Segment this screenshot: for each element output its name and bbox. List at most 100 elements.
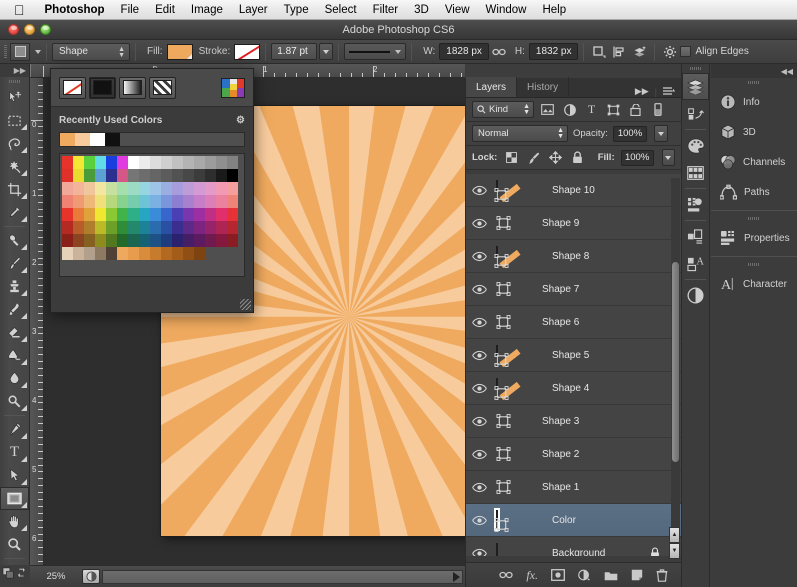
delete-layer-icon[interactable]	[656, 568, 668, 582]
panel-tab-info[interactable]: Info	[711, 87, 797, 117]
new-group-icon[interactable]	[604, 570, 618, 581]
layer-name[interactable]: Shape 4	[552, 383, 589, 394]
color-swatch[interactable]	[62, 156, 73, 169]
zoom-tool[interactable]	[0, 533, 29, 556]
path-selection-tool[interactable]	[0, 464, 29, 487]
panel-menu-icon[interactable]	[663, 86, 675, 97]
color-swatch[interactable]	[73, 234, 84, 247]
vector-mask-icon[interactable]	[496, 447, 511, 461]
color-picker-icon[interactable]	[221, 77, 245, 98]
color-swatch[interactable]	[172, 234, 183, 247]
toolbar-grip[interactable]	[0, 77, 29, 86]
color-swatch[interactable]	[128, 182, 139, 195]
color-swatch[interactable]	[161, 182, 172, 195]
color-swatch[interactable]	[227, 156, 238, 169]
vector-mask-icon[interactable]	[494, 386, 509, 400]
color-swatch[interactable]	[161, 221, 172, 234]
vector-mask-icon[interactable]	[496, 315, 511, 329]
minimize-button[interactable]	[24, 24, 35, 35]
tab-layers[interactable]: Layers	[466, 77, 518, 97]
blur-tool[interactable]	[0, 367, 29, 390]
vector-mask-icon[interactable]	[494, 188, 509, 202]
layer-name[interactable]: Color	[552, 515, 576, 526]
opacity-dropdown[interactable]	[654, 125, 669, 142]
color-swatch[interactable]	[95, 182, 106, 195]
shape-layer-filter-icon[interactable]	[605, 101, 622, 118]
dock-grip[interactable]	[711, 260, 797, 269]
recent-color-swatch[interactable]	[60, 133, 75, 146]
color-swatch[interactable]	[172, 195, 183, 208]
color-swatch[interactable]	[95, 221, 106, 234]
color-swatch[interactable]	[205, 234, 216, 247]
panel-tab-channels[interactable]: Channels	[711, 147, 797, 177]
layer-name[interactable]: Shape 1	[542, 482, 579, 493]
color-swatch[interactable]	[150, 169, 161, 182]
color-swatch[interactable]	[227, 195, 238, 208]
menu-photoshop[interactable]: Photoshop	[37, 4, 113, 16]
color-swatch[interactable]	[84, 221, 95, 234]
dock-grip[interactable]	[711, 214, 797, 223]
color-swatch[interactable]	[95, 156, 106, 169]
color-swatch[interactable]	[194, 234, 205, 247]
menu-view[interactable]: View	[437, 4, 478, 16]
color-swatch[interactable]	[194, 247, 205, 260]
width-field[interactable]: 1828 px	[439, 43, 489, 60]
blend-mode-select[interactable]: Normal ▲ ▼	[472, 125, 568, 142]
layer-style-fx-icon[interactable]: fx.	[526, 568, 538, 583]
color-swatch[interactable]	[84, 208, 95, 221]
recent-color-swatch[interactable]	[75, 133, 90, 146]
color-swatch[interactable]	[227, 221, 238, 234]
color-swatch[interactable]	[84, 169, 95, 182]
new-adjustment-layer-icon[interactable]	[578, 569, 591, 581]
swatches-panel-icon[interactable]	[682, 159, 709, 186]
color-swatch[interactable]	[194, 221, 205, 234]
color-swatch[interactable]	[172, 208, 183, 221]
layer-row[interactable]: Shape 7	[466, 273, 682, 306]
tool-preset-chevron-down-icon[interactable]	[35, 49, 41, 54]
color-swatch[interactable]	[194, 169, 205, 182]
zoom-window-button[interactable]	[40, 24, 51, 35]
adjustments-panel-icon[interactable]	[682, 191, 709, 218]
color-swatch[interactable]	[117, 195, 128, 208]
color-swatch[interactable]	[183, 234, 194, 247]
fill-value[interactable]: 100%	[620, 149, 654, 166]
panel-tab-paths[interactable]: Paths	[711, 177, 797, 207]
color-swatch[interactable]	[139, 195, 150, 208]
color-swatch[interactable]	[139, 234, 150, 247]
layer-thumbnail[interactable]	[496, 543, 498, 556]
layer-name[interactable]: Shape 10	[552, 185, 595, 196]
color-swatch[interactable]	[62, 208, 73, 221]
new-layer-icon[interactable]	[631, 569, 643, 581]
layer-name[interactable]: Background	[552, 548, 605, 557]
color-swatch[interactable]	[106, 156, 117, 169]
color-swatch[interactable]	[128, 208, 139, 221]
color-swatch[interactable]	[216, 156, 227, 169]
color-swatch[interactable]	[139, 169, 150, 182]
color-swatch[interactable]	[183, 182, 194, 195]
smart-object-filter-icon[interactable]	[627, 101, 644, 118]
zoom-level-field[interactable]: 25%	[30, 571, 82, 582]
layer-row[interactable]: Shape 5	[466, 339, 682, 372]
layer-visibility-toggle[interactable]	[466, 416, 492, 427]
opacity-value[interactable]: 100%	[612, 125, 648, 142]
color-swatch[interactable]	[73, 221, 84, 234]
tab-history[interactable]: History	[517, 77, 570, 97]
dock-grip[interactable]	[711, 78, 797, 87]
color-swatch[interactable]	[139, 182, 150, 195]
color-swatch[interactable]	[150, 208, 161, 221]
color-swatch[interactable]	[150, 247, 161, 260]
color-swatch[interactable]	[95, 208, 106, 221]
color-swatch[interactable]	[183, 195, 194, 208]
menu-window[interactable]: Window	[478, 4, 535, 16]
align-edges-checkbox[interactable]	[680, 46, 692, 57]
swatch-grid[interactable]	[62, 156, 242, 260]
double-chevron-icon[interactable]: ▶▶	[635, 86, 649, 97]
layer-row[interactable]: Shape 9	[466, 207, 682, 240]
layer-name[interactable]: Shape 3	[542, 416, 579, 427]
add-layer-mask-icon[interactable]	[551, 569, 565, 581]
collapse-arrows-icon[interactable]: ▶▶	[0, 64, 29, 77]
layer-visibility-toggle[interactable]	[466, 482, 492, 493]
panel-tab-properties[interactable]: Properties	[711, 223, 797, 253]
character-styles-panel-icon[interactable]: A	[682, 250, 709, 277]
color-swatch[interactable]	[172, 169, 183, 182]
